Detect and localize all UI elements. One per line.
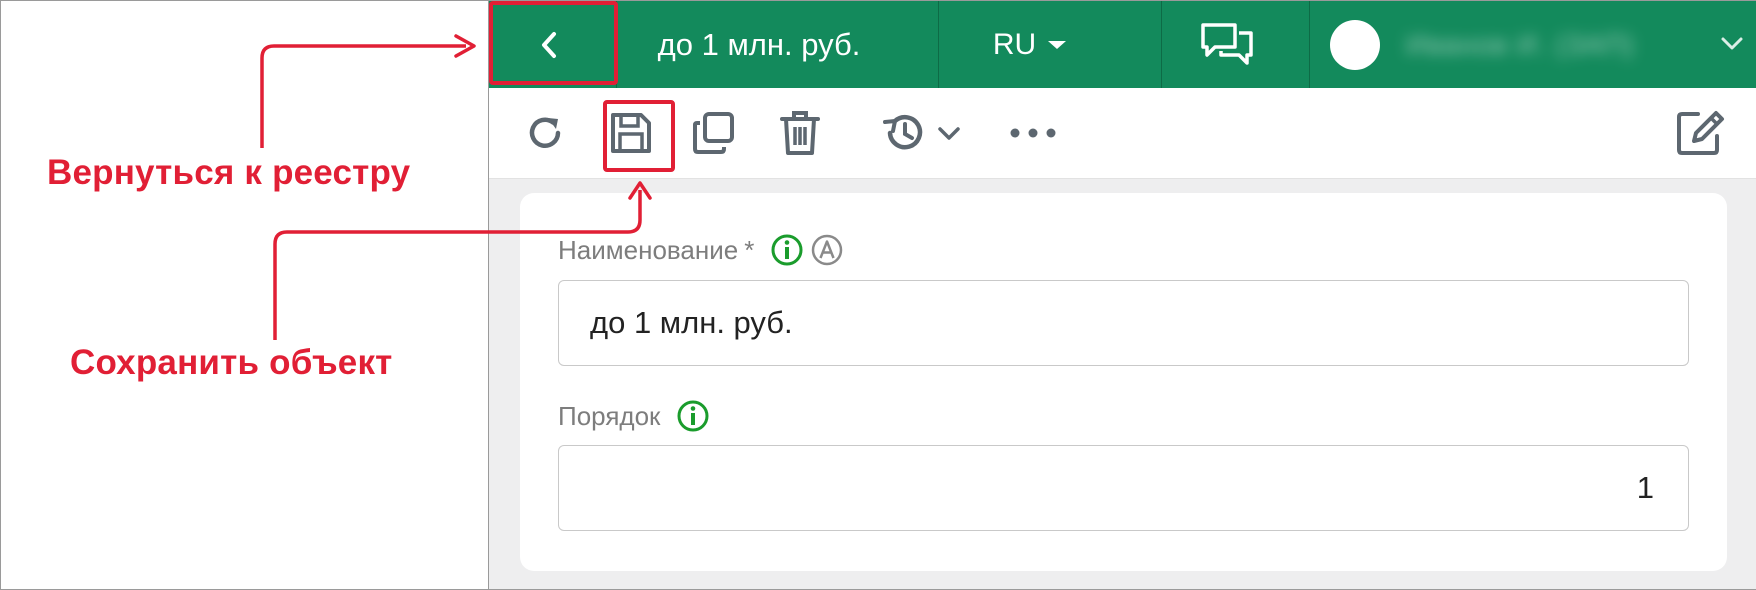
more-icon bbox=[1010, 128, 1056, 138]
caret-down-icon bbox=[1048, 40, 1067, 49]
annotation-save-label: Сохранить объект bbox=[70, 343, 393, 382]
info-icon[interactable] bbox=[676, 399, 710, 433]
chevron-down-icon bbox=[1721, 37, 1743, 50]
autofill-icon[interactable] bbox=[810, 233, 844, 267]
refresh-icon bbox=[529, 117, 561, 148]
annotation-back-label: Вернуться к реестру bbox=[47, 153, 411, 192]
user-name: Иванов И. (ЗАП) bbox=[1406, 28, 1635, 60]
edit-button[interactable] bbox=[1672, 88, 1728, 178]
history-button[interactable] bbox=[875, 88, 967, 178]
order-input[interactable]: 1 bbox=[558, 445, 1689, 531]
more-button[interactable] bbox=[1007, 88, 1059, 178]
chat-button[interactable] bbox=[1159, 1, 1294, 88]
back-button-highlight bbox=[489, 1, 618, 85]
delete-button[interactable] bbox=[775, 88, 825, 178]
language-selector[interactable]: RU bbox=[916, 1, 1145, 88]
name-label-text: Наименование bbox=[558, 234, 739, 265]
edit-icon bbox=[1677, 111, 1724, 155]
info-icon[interactable] bbox=[770, 233, 804, 267]
annotation-panel: Вернуться к реестру Сохранить объект bbox=[1, 1, 488, 589]
copy-button[interactable] bbox=[689, 88, 739, 178]
form-card: Наименование * до 1 млн. руб. Порядок 1 bbox=[520, 193, 1727, 571]
name-field-label: Наименование * bbox=[558, 233, 844, 267]
required-mark: * bbox=[744, 234, 755, 265]
chevron-down-icon bbox=[938, 127, 960, 140]
user-menu[interactable]: Иванов И. (ЗАП) bbox=[1310, 1, 1756, 88]
top-bar: до 1 млн. руб. RU Иванов И. (ЗАП) bbox=[489, 1, 1756, 88]
page-title: до 1 млн. руб. bbox=[657, 26, 861, 62]
save-button-highlight bbox=[603, 100, 675, 172]
name-input[interactable]: до 1 млн. руб. bbox=[558, 280, 1689, 366]
language-label: RU bbox=[992, 27, 1037, 61]
app-window: до 1 млн. руб. RU Иванов И. (ЗАП) Наимен… bbox=[488, 1, 1756, 589]
order-field-label: Порядок bbox=[558, 399, 710, 433]
refresh-button[interactable] bbox=[521, 88, 571, 178]
history-icon bbox=[883, 115, 923, 150]
delete-icon bbox=[780, 111, 820, 155]
avatar bbox=[1330, 19, 1380, 70]
chat-bubbles-icon bbox=[1200, 22, 1253, 65]
toolbar bbox=[489, 88, 1756, 179]
copy-icon bbox=[693, 112, 734, 154]
order-label-text: Порядок bbox=[558, 400, 661, 431]
